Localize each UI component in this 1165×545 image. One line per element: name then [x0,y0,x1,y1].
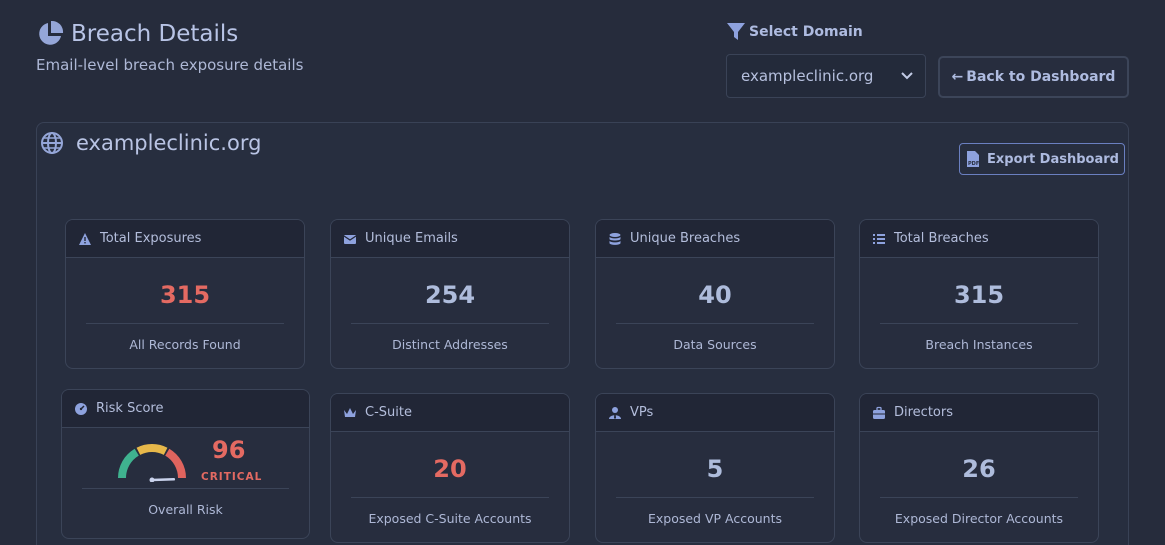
stat-card-label: Directors [894,405,953,420]
divider [351,497,549,498]
stat-card-vps: VPs 5 Exposed VP Accounts [595,393,835,543]
risk-caption: Overall Risk [148,502,223,517]
select-domain-text: Select Domain [749,24,863,40]
stat-card-caption: All Records Found [129,337,241,352]
export-dashboard-button[interactable]: PDF Export Dashboard [959,143,1125,175]
stat-card-unique-breaches: Unique Breaches 40 Data Sources [595,219,835,369]
stat-card-label: C-Suite [365,405,412,420]
filter-icon [727,23,745,40]
page-title: Breach Details [71,21,239,47]
stat-card-value: 40 [698,281,732,309]
risk-score-value: 96 [212,436,246,464]
stat-card-value: 315 [953,281,1005,309]
stat-card-caption: Distinct Addresses [392,337,508,352]
divider [82,488,289,489]
stat-card-value: 5 [706,455,724,483]
stat-card-value: 26 [962,455,996,483]
briefcase-icon [873,406,885,419]
stat-card-value: 20 [433,455,467,483]
pdf-file-icon: PDF [967,151,979,167]
stat-card-header: VPs [596,394,834,432]
page-header: Breach Details Email-level breach exposu… [36,20,303,74]
warning-triangle-icon [79,232,91,245]
stat-card-label: Total Exposures [100,231,202,246]
select-domain-label: Select Domain [726,22,863,42]
stat-card-directors: Directors 26 Exposed Director Accounts [859,393,1099,543]
svg-text:PDF: PDF [968,161,979,167]
crown-icon [344,407,356,417]
stat-card-unique-emails: Unique Emails 254 Distinct Addresses [330,219,570,369]
stat-card-value: 315 [159,281,211,309]
stat-card-caption: Exposed VP Accounts [647,511,783,526]
back-button-label: Back to Dashboard [966,69,1116,85]
back-to-dashboard-button[interactable]: ← Back to Dashboard [938,56,1129,98]
stat-card-caption: Exposed C-Suite Accounts [368,511,532,526]
stat-card-caption: Data Sources [673,337,757,352]
title-row: Breach Details [36,20,303,48]
divider [616,497,814,498]
list-icon [873,233,885,244]
arrow-left-icon: ← [951,69,964,85]
divider [351,323,549,324]
page-subtitle: Email-level breach exposure details [36,56,304,74]
stat-card-header: C-Suite [331,394,569,432]
envelope-icon [343,234,357,244]
chevron-down-icon [901,72,913,80]
divider [616,323,814,324]
user-tie-icon [609,406,621,419]
pie-chart-icon [39,20,64,45]
domain-select-value: exampleclinic.org [741,67,874,85]
panel-title-row: exampleclinic.org [40,131,261,155]
database-icon [609,232,621,245]
stat-card-value: 254 [424,281,476,309]
domain-select[interactable]: exampleclinic.org [726,54,926,98]
stat-card-header: Unique Emails [331,220,569,258]
risk-level-label: CRITICAL [201,471,263,483]
stat-card-header: Directors [860,394,1098,432]
panel-domain-title: exampleclinic.org [76,131,262,155]
risk-body: 96 CRITICAL [62,428,309,488]
stat-card-label: Unique Breaches [630,231,741,246]
divider [880,497,1078,498]
stat-card-header: Unique Breaches [596,220,834,258]
risk-card-label: Risk Score [96,401,164,416]
domain-selector: Select Domain exampleclinic.org [726,22,926,98]
risk-card-header: Risk Score [62,390,309,428]
stat-card-header: Total Breaches [860,220,1098,258]
stat-card-caption: Exposed Director Accounts [894,511,1064,526]
stat-card-total-breaches: Total Breaches 315 Breach Instances [859,219,1099,369]
risk-score-card: Risk Score 96 CRITICAL Overall Risk [61,389,310,539]
risk-gauge [118,444,186,482]
globe-icon [41,132,63,154]
stat-card-total-exposures: Total Exposures 315 All Records Found [65,219,305,369]
stat-card-label: Total Breaches [894,231,989,246]
stat-card-header: Total Exposures [66,220,304,258]
export-button-label: Export Dashboard [987,151,1119,167]
divider [86,323,284,324]
stat-card-label: Unique Emails [365,231,458,246]
stat-card-label: VPs [630,405,654,420]
stat-card-c-suite: C-Suite 20 Exposed C-Suite Accounts [330,393,570,543]
divider [880,323,1078,324]
stat-card-caption: Breach Instances [925,337,1033,352]
gauge-icon [75,402,87,415]
